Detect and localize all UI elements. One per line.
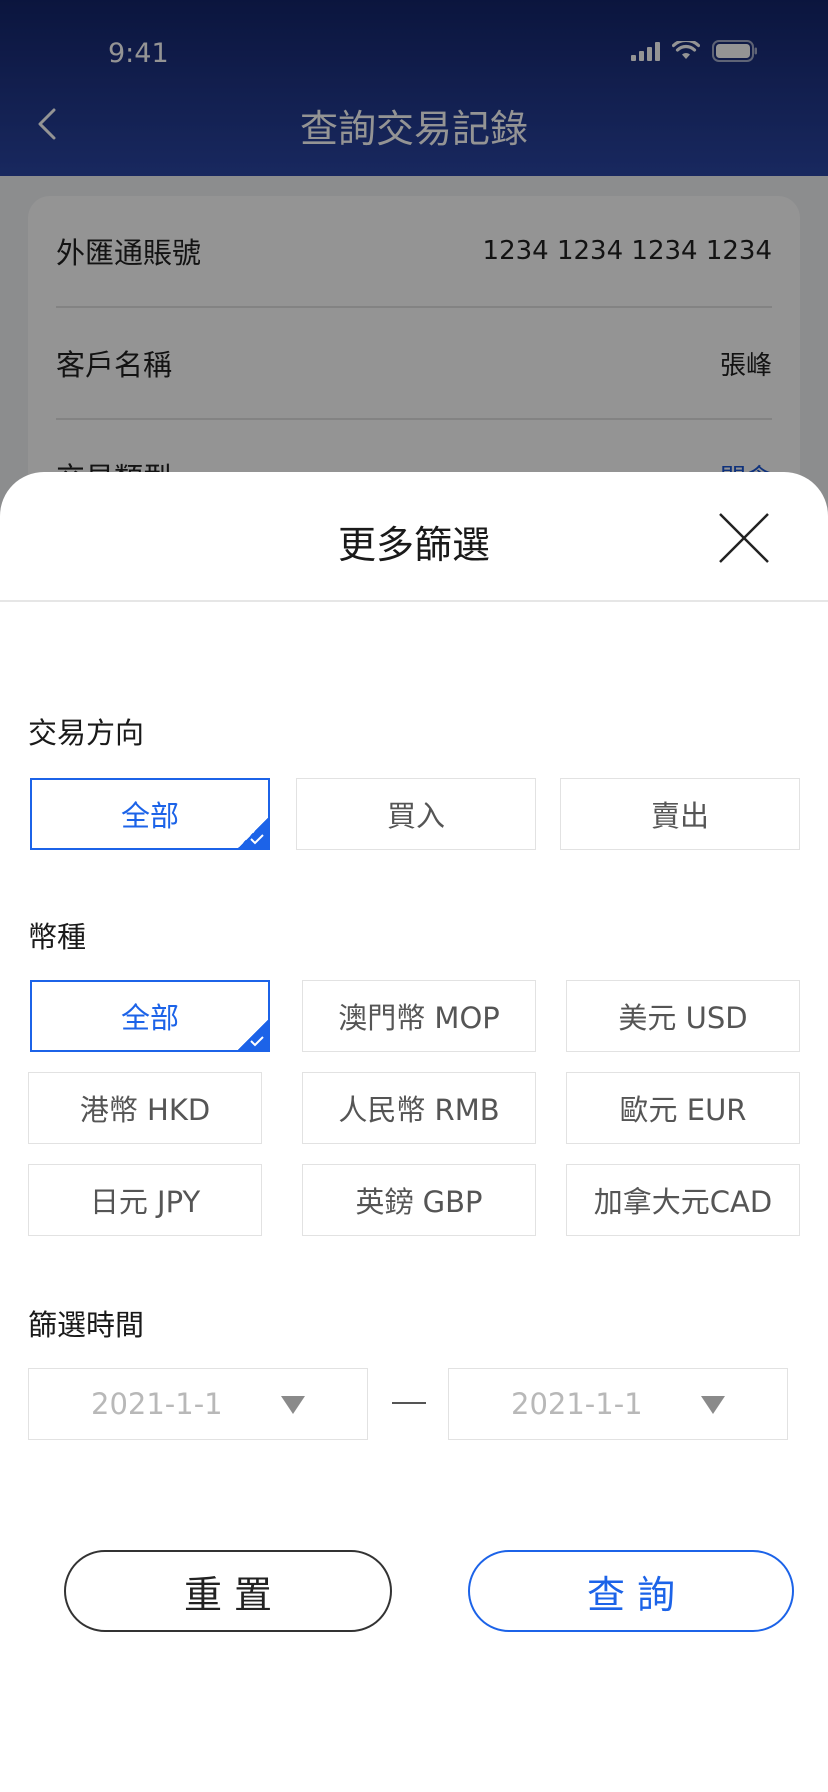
sheet-divider (0, 600, 828, 602)
query-button[interactable]: 查詢 (468, 1550, 794, 1632)
currency-option-cad[interactable]: 加拿大元CAD (566, 1164, 800, 1236)
end-date-picker[interactable]: 2021-1-1 (448, 1368, 788, 1440)
currency-option-hkd[interactable]: 港幣 HKD (28, 1072, 262, 1144)
direction-option-label: 買入 (386, 799, 445, 833)
currency-option-mop[interactable]: 澳門幣 MOP (302, 980, 536, 1052)
currency-option-label: 加拿大元CAD (593, 1185, 773, 1219)
currency-option-label: 歐元 EUR (619, 1093, 747, 1127)
start-date-picker[interactable]: 2021-1-1 (28, 1368, 368, 1440)
currency-option-label: 英鎊 GBP (355, 1185, 483, 1219)
currency-option-jpy[interactable]: 日元 JPY (28, 1164, 262, 1236)
dropdown-caret-icon (701, 1396, 725, 1414)
currency-option-label: 日元 JPY (89, 1185, 201, 1219)
direction-option-buy[interactable]: 買入 (296, 778, 536, 850)
end-date-value: 2021-1-1 (511, 1387, 643, 1421)
direction-option-label: 全部 (120, 799, 179, 833)
currency-option-label: 港幣 HKD (79, 1093, 211, 1127)
currency-option-eur[interactable]: 歐元 EUR (566, 1072, 800, 1144)
close-icon[interactable] (714, 508, 774, 568)
currency-option-label: 人民幣 RMB (338, 1093, 500, 1127)
filter-sheet: 更多篩選 交易方向 全部 買入 賣出 幣種 全部 澳門幣 MOP 美元 USD … (0, 472, 828, 1792)
currency-option-label: 澳門幣 MOP (338, 1001, 500, 1035)
direction-option-sell[interactable]: 賣出 (560, 778, 800, 850)
start-date-value: 2021-1-1 (91, 1387, 223, 1421)
direction-option-label: 賣出 (650, 799, 709, 833)
time-label: 篩選時間 (28, 1308, 145, 1342)
currency-option-all[interactable]: 全部 (30, 980, 270, 1052)
check-icon (238, 1020, 268, 1050)
currency-option-label: 全部 (120, 1001, 179, 1035)
currency-option-rmb[interactable]: 人民幣 RMB (302, 1072, 536, 1144)
date-range-separator (392, 1402, 426, 1404)
direction-label: 交易方向 (28, 716, 145, 750)
check-icon (238, 818, 268, 848)
currency-option-label: 美元 USD (618, 1001, 748, 1035)
currency-label: 幣種 (28, 920, 87, 954)
currency-option-usd[interactable]: 美元 USD (566, 980, 800, 1052)
direction-option-all[interactable]: 全部 (30, 778, 270, 850)
currency-option-gbp[interactable]: 英鎊 GBP (302, 1164, 536, 1236)
sheet-title: 更多篩選 (337, 523, 490, 567)
dropdown-caret-icon (281, 1396, 305, 1414)
reset-button[interactable]: 重置 (64, 1550, 392, 1632)
